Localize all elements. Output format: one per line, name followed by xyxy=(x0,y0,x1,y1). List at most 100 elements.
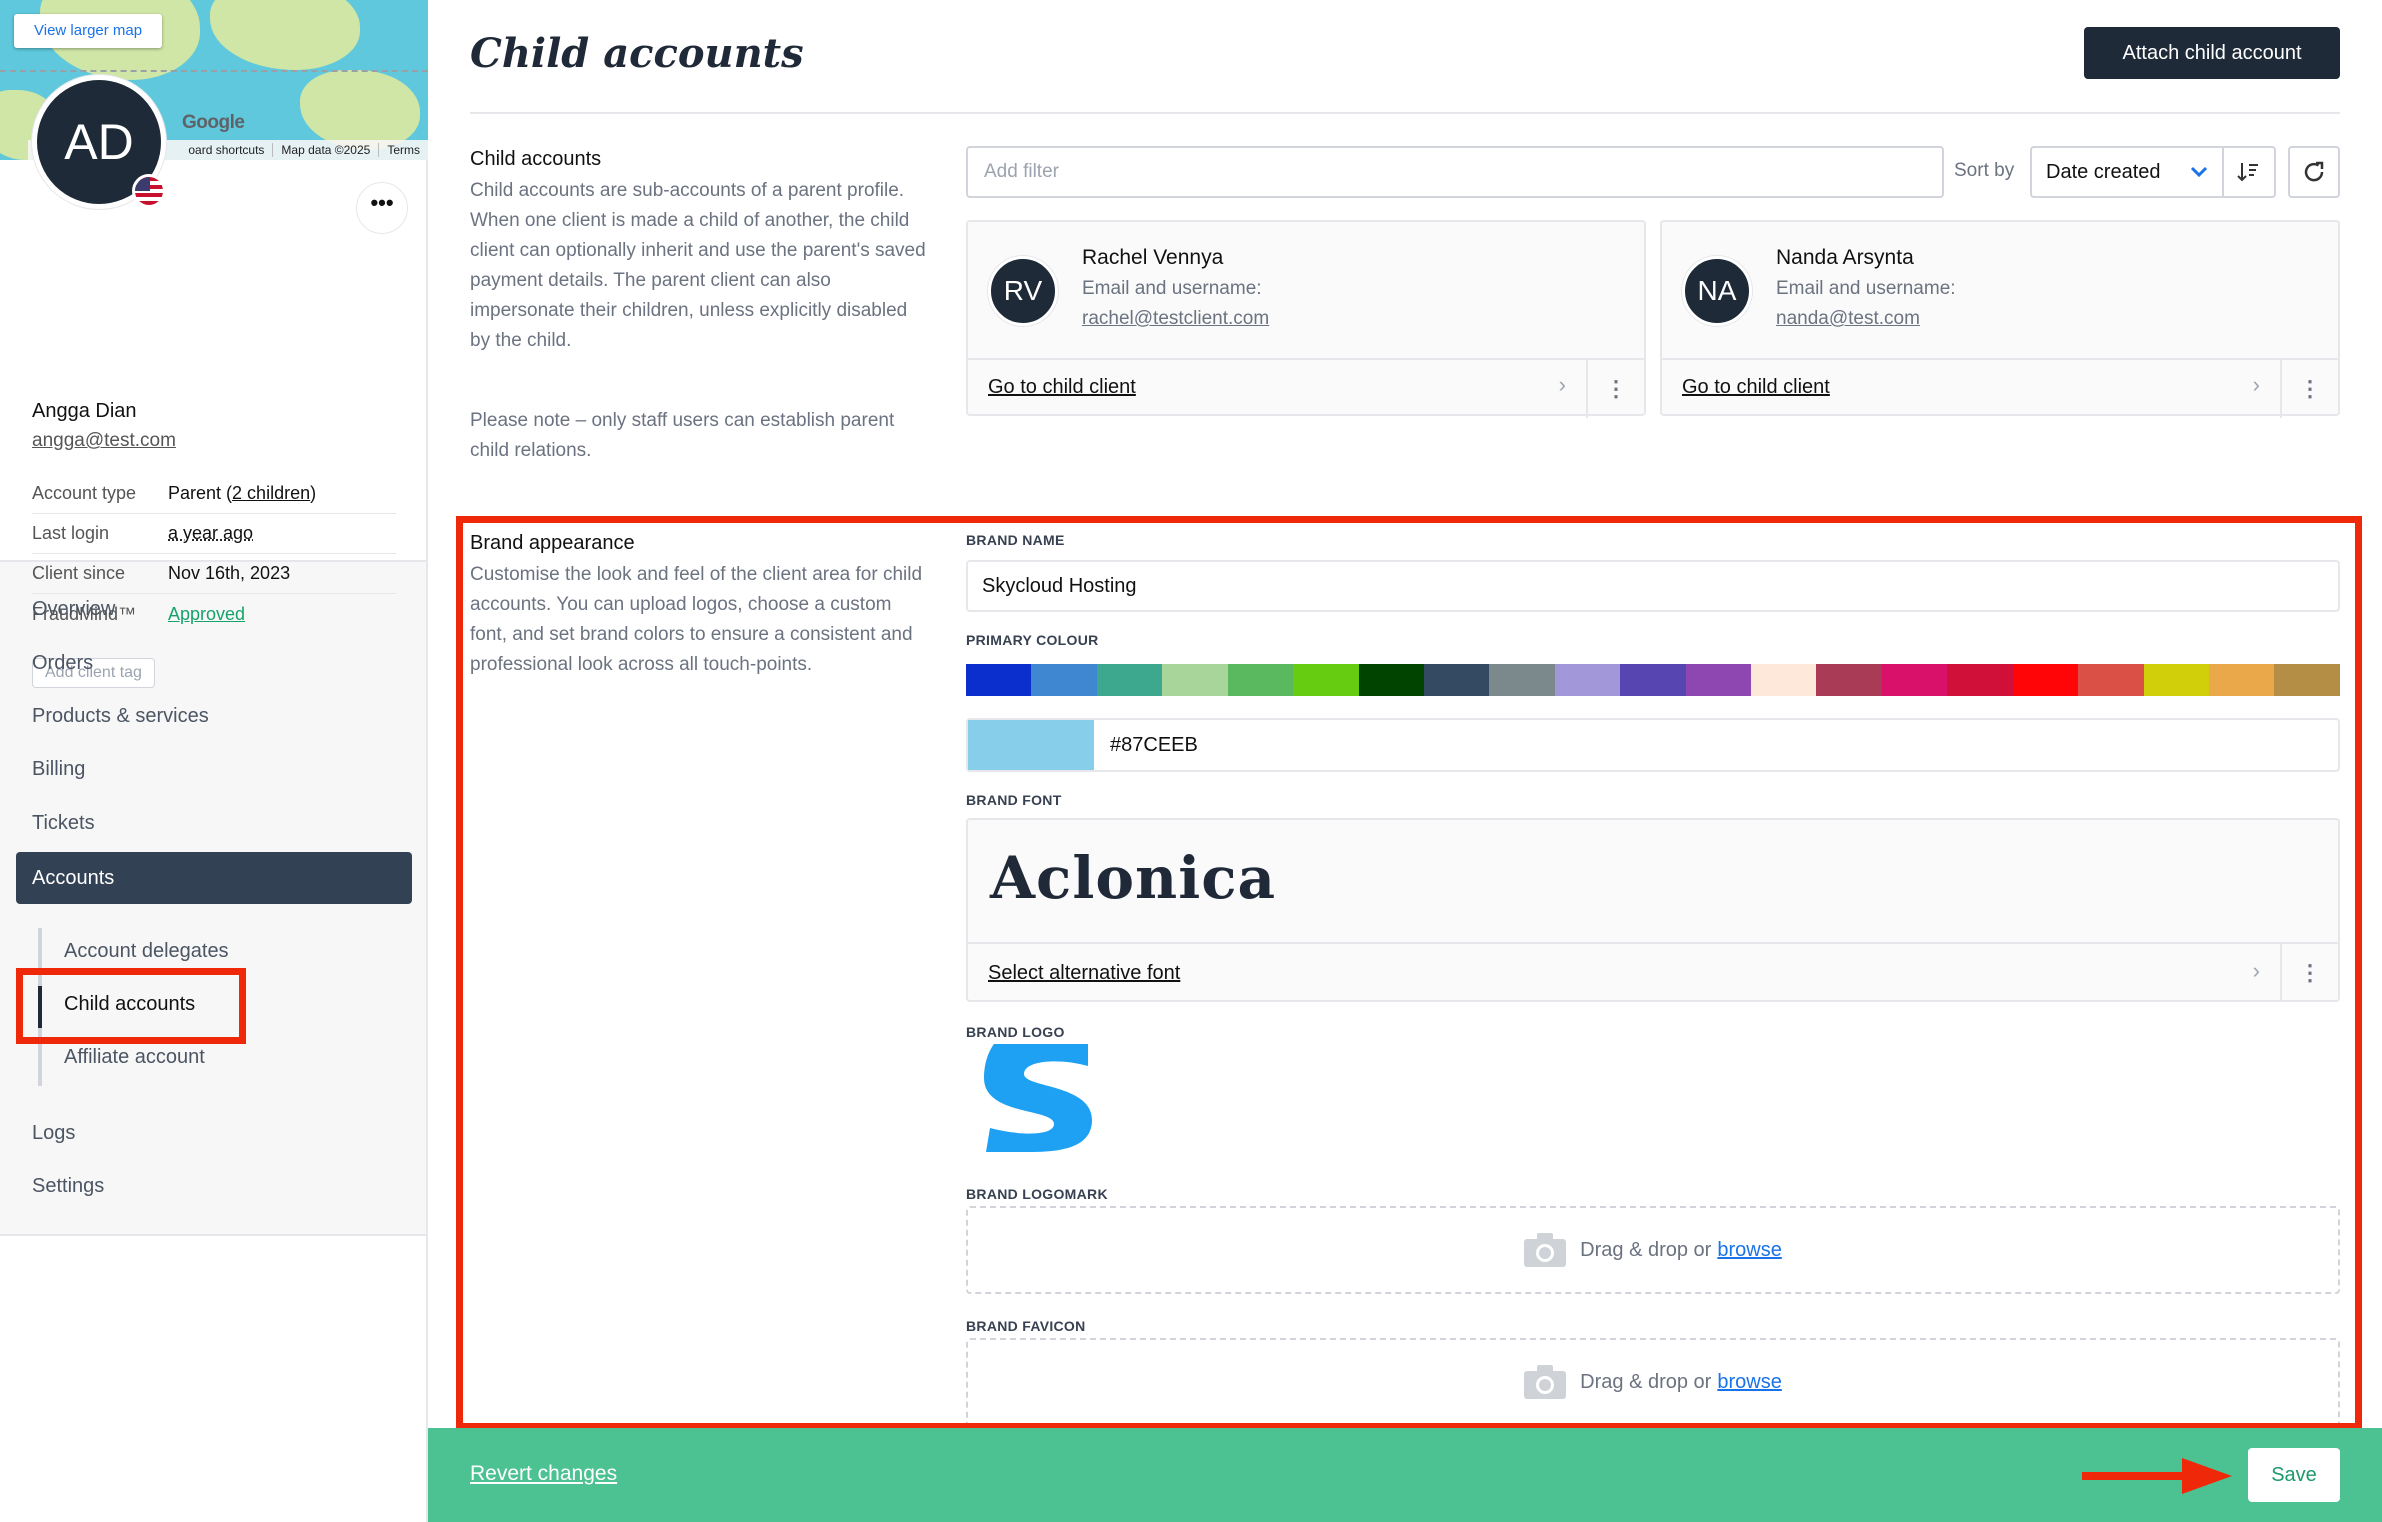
sidebar: View larger map Google oard shortcuts Ma… xyxy=(0,0,428,1522)
colour-swatch[interactable] xyxy=(2209,664,2275,696)
favicon-dropzone[interactable]: Drag & drop or browse xyxy=(966,1338,2340,1426)
nav-item-overview[interactable]: Overview xyxy=(32,598,115,621)
camera-icon xyxy=(1524,1365,1567,1399)
divider xyxy=(470,112,2340,114)
info-value: a year ago xyxy=(168,523,254,543)
child-name: Nanda Arsynta xyxy=(1776,246,1914,269)
colour-swatch[interactable] xyxy=(1227,664,1294,696)
client-email-link[interactable]: angga@test.com xyxy=(32,430,176,452)
child-accounts-description: Child accounts are sub-accounts of a par… xyxy=(470,180,926,351)
go-to-child-client-link[interactable]: Go to child client xyxy=(1682,376,1830,399)
map-border xyxy=(0,70,428,72)
info-key: Last login xyxy=(32,523,110,543)
sort-descending-icon xyxy=(2237,163,2258,182)
filter-input[interactable]: Add filter xyxy=(966,146,1944,198)
colour-swatch[interactable] xyxy=(2012,664,2079,696)
nav-item-orders[interactable]: Orders xyxy=(32,652,93,675)
child-email-link[interactable]: nanda@test.com xyxy=(1776,308,1920,330)
fraudmind-status-link[interactable]: Approved xyxy=(168,604,245,625)
logomark-dropzone[interactable]: Drag & drop or browse xyxy=(966,1206,2340,1294)
brand-name-label: BRAND NAME xyxy=(966,532,1065,548)
sort-label: Sort by xyxy=(1954,160,2015,181)
colour-swatch[interactable] xyxy=(1293,664,1359,696)
staff-note: Please note – only staff users can estab… xyxy=(470,410,895,461)
info-key: Account type xyxy=(32,483,137,503)
brand-logo-image[interactable] xyxy=(980,1044,1100,1152)
nav-item-accounts[interactable]: Accounts xyxy=(16,852,412,904)
sort-value: Date created xyxy=(2046,160,2161,183)
colour-swatch[interactable] xyxy=(1423,664,1490,696)
brand-appearance-heading: Brand appearance xyxy=(470,532,635,554)
child-card: NA Nanda Arsynta Email and username: nan… xyxy=(1660,220,2340,418)
browse-link[interactable]: browse xyxy=(1717,1239,1781,1262)
colour-swatch[interactable] xyxy=(1489,664,1555,696)
colour-swatch[interactable] xyxy=(1358,664,1424,696)
kebab-menu-icon[interactable]: ⋮ xyxy=(2280,360,2338,418)
brand-favicon-label: BRAND FAVICON xyxy=(966,1318,1086,1334)
colour-swatch[interactable] xyxy=(1816,664,1882,696)
browse-link[interactable]: browse xyxy=(1717,1371,1781,1394)
refresh-button[interactable] xyxy=(2288,146,2340,198)
subnav-item-child-accounts[interactable]: Child accounts xyxy=(64,993,195,1016)
colour-hex-value[interactable]: #87CEEB xyxy=(1094,734,1198,757)
info-row-client-since: Client since Nov 16th, 2023 xyxy=(32,554,396,594)
children-link[interactable]: 2 children xyxy=(232,483,310,503)
colour-swatch[interactable] xyxy=(1554,664,1621,696)
brand-font-label: BRAND FONT xyxy=(966,792,1062,808)
colour-input[interactable]: #87CEEB xyxy=(966,718,2340,772)
subnav-item-account-delegates[interactable]: Account delegates xyxy=(64,940,229,963)
sort-direction-button[interactable] xyxy=(2222,146,2276,198)
map-data-text: Map data ©2025 xyxy=(272,143,378,157)
nav-item-tickets[interactable]: Tickets xyxy=(32,812,95,835)
brand-name-input[interactable]: Skycloud Hosting xyxy=(966,560,2340,612)
kebab-menu-icon[interactable]: ⋮ xyxy=(1586,360,1644,418)
brand-appearance-description: Customise the look and feel of the clien… xyxy=(470,564,923,675)
child-card-footer: Go to child client › ⋮ xyxy=(1662,358,2338,418)
subnav-item-affiliate-account[interactable]: Affiliate account xyxy=(64,1046,205,1069)
brand-logo-label: BRAND LOGO xyxy=(966,1024,1065,1040)
font-card-footer: Select alternative font › ⋮ xyxy=(968,942,2338,1002)
colour-swatch[interactable] xyxy=(2274,664,2340,696)
nav-item-products-services[interactable]: Products & services xyxy=(32,705,209,728)
colour-preview[interactable] xyxy=(968,720,1094,770)
chevron-right-icon: › xyxy=(1558,372,1566,397)
select-alternative-font-link[interactable]: Select alternative font xyxy=(988,962,1180,985)
nav-item-settings[interactable]: Settings xyxy=(32,1175,104,1198)
nav-item-logs[interactable]: Logs xyxy=(32,1122,75,1145)
kebab-menu-icon[interactable]: ⋮ xyxy=(2280,944,2338,1002)
attach-child-account-button[interactable]: Attach child account xyxy=(2084,27,2340,79)
info-key: Client since xyxy=(32,563,126,583)
info-row-last-login: Last login a year ago xyxy=(32,514,396,554)
revert-changes-link[interactable]: Revert changes xyxy=(470,1462,617,1486)
more-options-button[interactable]: ••• xyxy=(356,182,408,234)
colour-swatch[interactable] xyxy=(2078,664,2144,696)
child-email-link[interactable]: rachel@testclient.com xyxy=(1082,308,1269,330)
colour-swatch[interactable] xyxy=(2143,664,2210,696)
colour-swatch[interactable] xyxy=(1620,664,1686,696)
child-email-label: Email and username: xyxy=(1082,278,1262,299)
chevron-right-icon: › xyxy=(2252,958,2260,983)
colour-swatch[interactable] xyxy=(1096,664,1163,696)
go-to-child-client-link[interactable]: Go to child client xyxy=(988,376,1136,399)
colour-swatch[interactable] xyxy=(1751,664,1817,696)
map-terms-link[interactable]: Terms xyxy=(378,143,428,157)
nav-item-billing[interactable]: Billing xyxy=(32,758,85,781)
colour-swatch[interactable] xyxy=(1881,664,1948,696)
colour-swatch[interactable] xyxy=(1685,664,1752,696)
child-name: Rachel Vennya xyxy=(1082,246,1224,269)
colour-swatch[interactable] xyxy=(1162,664,1228,696)
dropzone-text: Drag & drop or xyxy=(1580,1370,1712,1393)
colour-swatch[interactable] xyxy=(966,664,1032,696)
subnav-active-indicator xyxy=(38,986,42,1028)
child-card: RV Rachel Vennya Email and username: rac… xyxy=(966,220,1646,418)
sidebar-footer xyxy=(0,1234,426,1522)
page-title: Child accounts xyxy=(470,30,804,77)
sort-select[interactable]: Date created xyxy=(2030,146,2224,198)
avatar: RV xyxy=(988,256,1058,326)
colour-swatch[interactable] xyxy=(1947,664,2013,696)
us-flag-icon xyxy=(132,174,166,208)
colour-swatch[interactable] xyxy=(1031,664,1097,696)
view-larger-map-button[interactable]: View larger map xyxy=(14,14,163,48)
refresh-icon xyxy=(2304,161,2324,182)
save-button[interactable]: Save xyxy=(2248,1448,2340,1502)
